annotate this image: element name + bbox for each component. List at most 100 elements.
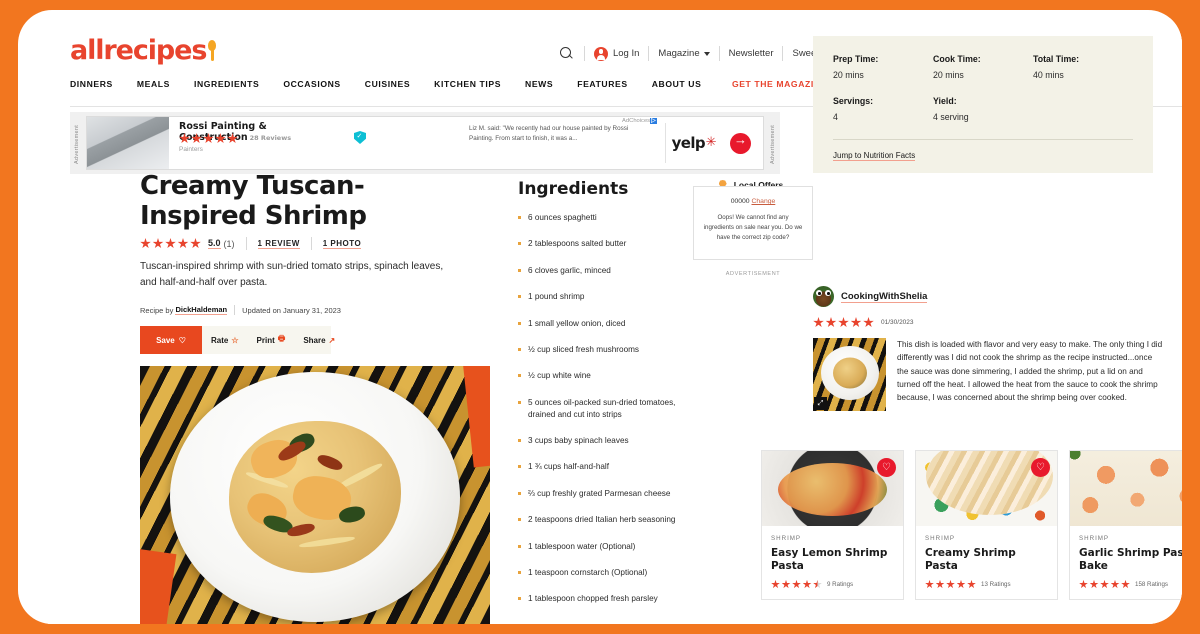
- heart-icon[interactable]: ♡: [877, 458, 896, 477]
- recipe-info-box: Prep Time: 20 mins Cook Time: 20 mins To…: [813, 36, 1153, 173]
- list-item: 1 small yellow onion, diced: [518, 318, 693, 330]
- allrecipes-logo[interactable]: allrecipes: [70, 35, 217, 66]
- list-item: 2 tablespoons salted butter: [518, 238, 693, 250]
- expand-icon[interactable]: ⤢: [814, 397, 827, 410]
- recipe-hero-image[interactable]: [140, 366, 490, 624]
- divider: [648, 46, 650, 61]
- spoon-icon: [207, 40, 217, 62]
- adchoices-text: AdChoices: [622, 118, 651, 124]
- ad-banner: Advertisement Advertisement Rossi Painti…: [70, 112, 780, 174]
- nav-item-dinners[interactable]: DINNERS: [70, 79, 113, 89]
- search-icon[interactable]: [559, 47, 573, 60]
- card-rating: 13 Ratings: [925, 579, 1048, 589]
- pasta-dish: [229, 421, 401, 573]
- nav-item-kitchen-tips[interactable]: KITCHEN TIPS: [434, 79, 501, 89]
- ad-review-count: 28 Reviews: [249, 134, 292, 142]
- divider: [718, 46, 720, 61]
- divider: [583, 46, 585, 61]
- nav-item-news[interactable]: NEWS: [525, 79, 553, 89]
- nav-item-occasions[interactable]: OCCASIONS: [283, 79, 340, 89]
- info-row-times: Prep Time: 20 mins Cook Time: 20 mins To…: [833, 54, 1133, 80]
- info-row-yield: Servings: 4 Yield: 4 serving: [833, 96, 1133, 122]
- list-item: 6 ounces spaghetti: [518, 212, 693, 224]
- card-rating: 158 Ratings: [1079, 579, 1182, 589]
- review-count-link[interactable]: 1 REVIEW: [257, 239, 300, 249]
- avatar: [813, 286, 834, 307]
- list-item: 1 pound shrimp: [518, 291, 693, 303]
- printer-icon: 🖶: [277, 334, 286, 343]
- share-label: Share: [303, 335, 326, 345]
- nav-item-about-us[interactable]: ABOUT US: [652, 79, 702, 89]
- card-title: Easy Lemon Shrimp Pasta: [771, 547, 888, 573]
- print-button[interactable]: Print 🖶: [248, 333, 295, 347]
- review-author[interactable]: CookingWithShelia: [841, 291, 928, 303]
- card-rating-count: 9 Ratings: [827, 580, 854, 588]
- total-time-label: Total Time:: [1033, 54, 1080, 64]
- related-recipes: ♡ SHRIMP Easy Lemon Shrimp Pasta 9 Ratin…: [761, 450, 1182, 600]
- recipe-actions: Save ♡ Rate ☆ Print 🖶 Share ↗: [140, 326, 335, 354]
- nav-item-features[interactable]: FEATURES: [577, 79, 627, 89]
- allrecipes-page: allrecipes Log In Magazine Newsletter Sw…: [48, 18, 1182, 624]
- save-label: Save: [156, 335, 175, 345]
- utility-nav: Log In Magazine Newsletter Sweepstakes: [559, 46, 849, 61]
- recipe-card[interactable]: ♡ SHRIMP Creamy Shrimp Pasta 13 Ratings: [915, 450, 1058, 600]
- prep-time-value: 20 mins: [833, 70, 864, 80]
- card-rating: 9 Ratings: [771, 579, 894, 589]
- heart-icon: ♡: [178, 335, 186, 345]
- author-link[interactable]: DickHaldeman: [175, 305, 228, 315]
- yield-cell: Yield: 4 serving: [933, 96, 1033, 122]
- photo-count-link[interactable]: 1 PHOTO: [322, 239, 362, 249]
- recipe-card[interactable]: ♡ SHRIMP Easy Lemon Shrimp Pasta 9 Ratin…: [761, 450, 904, 600]
- nav-item-cuisines[interactable]: CUISINES: [365, 79, 410, 89]
- print-label: Print: [256, 335, 275, 345]
- nav-item-meals[interactable]: MEALS: [137, 79, 170, 89]
- nav-item-ingredients[interactable]: INGREDIENTS: [194, 79, 259, 89]
- plate: [170, 372, 460, 622]
- card-title: Creamy Shrimp Pasta: [925, 547, 1016, 573]
- card-category: SHRIMP: [925, 535, 956, 542]
- divider: [245, 237, 247, 250]
- save-button[interactable]: Save ♡: [140, 326, 202, 354]
- card-body: SHRIMP Creamy Shrimp Pasta 13 Ratings: [916, 526, 1057, 599]
- magazine-menu[interactable]: Magazine: [658, 48, 699, 59]
- list-item: 2 teaspoons dried Italian herb seasoning: [518, 514, 693, 526]
- adchoices-icon: ▷: [650, 118, 657, 124]
- advertisement-label-right: Advertisement: [770, 124, 776, 164]
- chevron-down-icon[interactable]: [703, 51, 710, 56]
- ad-cta-arrow-icon[interactable]: [730, 132, 751, 154]
- servings-value: 4: [833, 112, 838, 122]
- account-icon[interactable]: [593, 46, 608, 61]
- share-button[interactable]: Share ↗: [294, 336, 344, 345]
- review-text: This dish is loaded with flavor and very…: [897, 340, 1163, 403]
- ad-content: Rossi Painting & Construction 28 Reviews …: [169, 117, 659, 169]
- login-link[interactable]: Log In: [613, 48, 639, 59]
- yield-value: 4 serving: [933, 112, 969, 122]
- page-title: Creamy Tuscan-Inspired Shrimp: [140, 171, 367, 232]
- adchoices-label[interactable]: AdChoices▷: [622, 118, 657, 124]
- review-photo[interactable]: ⤢: [813, 338, 886, 411]
- rate-button[interactable]: Rate ☆: [202, 336, 248, 345]
- yelp-logo: yelp ✳: [672, 134, 717, 152]
- servings-label: Servings:: [833, 96, 874, 106]
- jump-to-nutrition-link[interactable]: Jump to Nutrition Facts: [833, 151, 916, 161]
- card-body: SHRIMP Easy Lemon Shrimp Pasta 9 Ratings: [762, 526, 903, 599]
- newsletter-link[interactable]: Newsletter: [729, 48, 774, 59]
- empty-cell: [1033, 96, 1133, 122]
- card-category: SHRIMP: [771, 535, 802, 542]
- change-zip-link[interactable]: Change: [751, 198, 775, 205]
- main-nav: DINNERS MEALS INGREDIENTS OCCASIONS CUIS…: [70, 79, 701, 89]
- divider: [782, 46, 784, 61]
- local-offers-box: 00000 Change Oops! We cannot find any in…: [693, 186, 813, 260]
- card-rating-count: 13 Ratings: [981, 580, 1011, 588]
- recipe-card[interactable]: ♡ SHRIMP Garlic Shrimp Pasta Bake 158 Ra…: [1069, 450, 1182, 600]
- list-item: 1 teaspoon cornstarch (Optional): [518, 567, 693, 579]
- star-rating: [925, 579, 976, 589]
- review-date: 01/30/2023: [881, 319, 914, 326]
- heart-icon[interactable]: ♡: [1031, 458, 1050, 477]
- browser-frame: allrecipes Log In Magazine Newsletter Sw…: [18, 10, 1182, 624]
- zip-code: 00000: [730, 198, 750, 205]
- card-rating-count: 158 Ratings: [1135, 580, 1169, 588]
- yelp-ad-card[interactable]: Rossi Painting & Construction 28 Reviews …: [86, 116, 764, 170]
- byline-prefix: Recipe by: [140, 305, 174, 315]
- review-body: ⤢ This dish is loaded with flavor and ve…: [813, 338, 1163, 411]
